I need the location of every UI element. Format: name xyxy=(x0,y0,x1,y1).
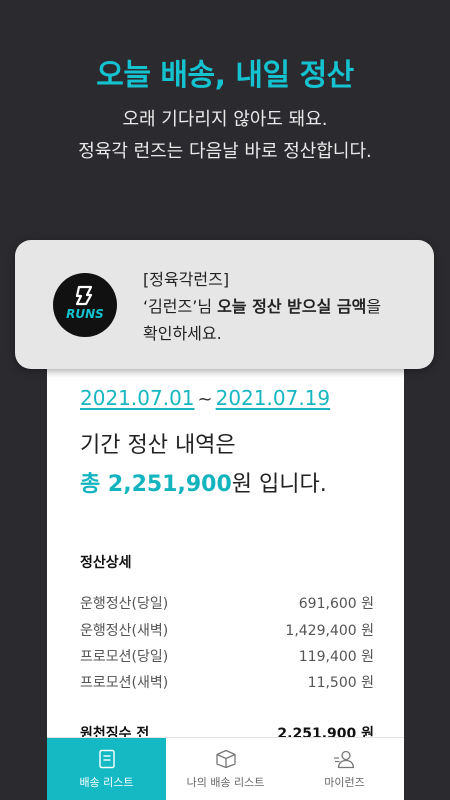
detail-row: 프로모션(새벽) 11,500 원 xyxy=(80,672,374,692)
detail-row-value: 119,400 원 xyxy=(298,649,374,665)
subtitle-line-1: 오래 기다리지 않아도 돼요. xyxy=(122,109,328,130)
period-tilde: ~ xyxy=(197,389,213,410)
total-sentence: 총 2,251,900원 입니다. xyxy=(80,466,327,498)
total-prefix: 총 xyxy=(80,472,108,497)
box-icon xyxy=(215,749,236,768)
start-date[interactable]: 2021.07.01 xyxy=(80,386,195,410)
notification-card[interactable]: RUNS [정육각런즈] ‘김런즈’님 오늘 정산 받으실 금액을 확인하세요. xyxy=(15,240,434,369)
tab-label: 나의 배송 리스트 xyxy=(186,775,265,789)
subtitle: 오래 기다리지 않아도 돼요. 정육각 런즈는 다음날 바로 정산합니다. xyxy=(0,104,450,168)
runs-logo: RUNS xyxy=(53,273,117,337)
notification-name: ‘김런즈’님 xyxy=(143,297,218,316)
notification-message-line-2: 확인하세요. xyxy=(143,324,222,343)
tab-my-runs[interactable]: 마이런즈 xyxy=(285,738,404,800)
detail-row-value: 1,429,400 원 xyxy=(285,623,374,639)
end-date[interactable]: 2021.07.19 xyxy=(216,386,331,410)
total-unit: 원 xyxy=(231,472,253,497)
tab-delivery-list[interactable]: 배송 리스트 xyxy=(47,738,166,800)
headline: 오늘 배송, 내일 정산 xyxy=(96,58,354,93)
total-amount: 2,251,900 xyxy=(107,472,232,497)
tab-label: 마이런즈 xyxy=(324,775,365,789)
total-amount-highlight: 총 2,251,900 xyxy=(80,472,232,497)
detail-row-value: 11,500 원 xyxy=(307,675,374,691)
detail-title: 정산상세 xyxy=(80,555,132,571)
notification-sender: [정육각런즈] xyxy=(143,270,230,289)
notification-bold-text: 오늘 정산 받으실 금액 xyxy=(217,297,367,316)
tab-label: 배송 리스트 xyxy=(79,775,134,789)
detail-row: 프로모션(당일) 119,400 원 xyxy=(80,646,374,666)
detail-row-label: 프로모션(당일) xyxy=(80,649,169,665)
period-text: 기간 정산 내역은 xyxy=(80,433,236,458)
notification-text: [정육각런즈] ‘김런즈’님 오늘 정산 받으실 금액을 확인하세요. xyxy=(143,266,381,347)
total-suffix: 입니다. xyxy=(252,472,327,497)
detail-row: 운행정산(당일) 691,600 원 xyxy=(80,593,374,613)
bottom-tab-bar: 배송 리스트 나의 배송 리스트 마이런즈 xyxy=(47,737,404,800)
tab-my-delivery-list[interactable]: 나의 배송 리스트 xyxy=(166,738,285,800)
runs-logo-text: RUNS xyxy=(66,307,104,321)
profile-icon xyxy=(333,750,354,768)
settlement-period: 2021.07.01 ~2021.07.19 xyxy=(80,386,330,410)
notification-particle: 을 xyxy=(366,297,382,316)
list-icon xyxy=(98,749,115,768)
notification-message-line-1: ‘김런즈’님 오늘 정산 받으실 금액을 xyxy=(143,293,381,320)
settlement-card: 2021.07.01 ~2021.07.19 기간 정산 내역은 총 2,251,… xyxy=(47,300,404,800)
runs-logo-mark-icon xyxy=(75,285,93,306)
detail-row-label: 프로모션(새벽) xyxy=(80,675,169,691)
subtitle-line-2: 정육각 런즈는 다음날 바로 정산합니다. xyxy=(78,141,372,162)
detail-row: 운행정산(새벽) 1,429,400 원 xyxy=(80,620,374,640)
detail-row-label: 운행정산(새벽) xyxy=(80,623,169,639)
detail-row-label: 운행정산(당일) xyxy=(80,596,169,612)
detail-row-value: 691,600 원 xyxy=(298,596,374,612)
